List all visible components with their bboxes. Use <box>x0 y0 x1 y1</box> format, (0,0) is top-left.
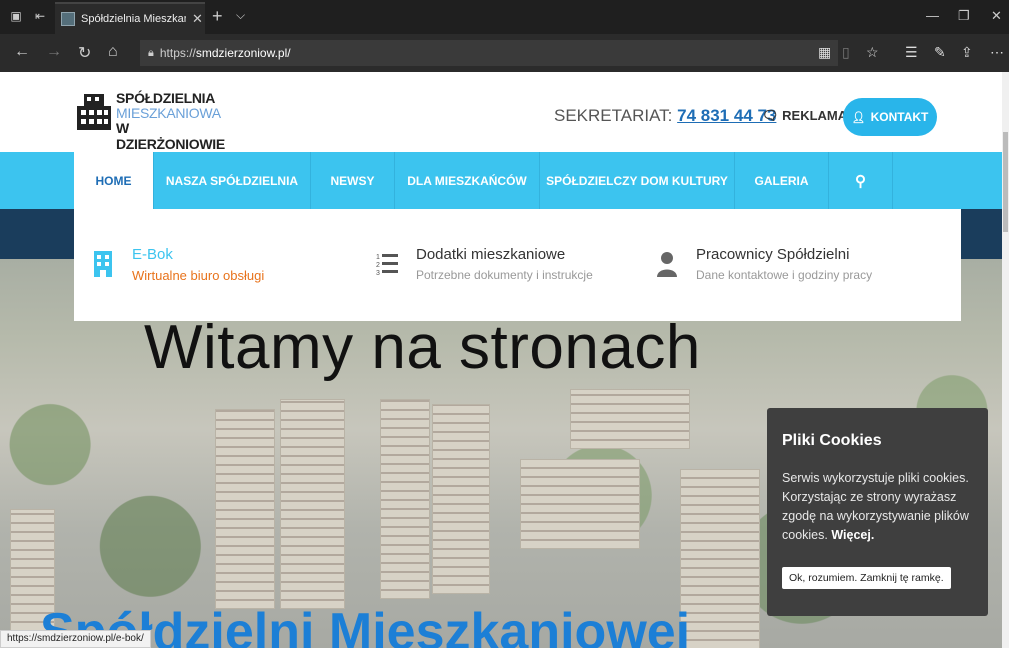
menu-label: HOME <box>95 173 132 188</box>
hero-building <box>432 404 490 594</box>
reading-mode-icon[interactable]: ▯ <box>842 44 850 61</box>
menu-item-galeria[interactable]: GALERIA <box>734 152 828 209</box>
reklama-label: REKLAMA <box>782 108 848 123</box>
url-protocol: https:// <box>159 46 196 60</box>
home-icon[interactable]: ⌂ <box>108 43 118 61</box>
tab-dropdown-icon[interactable]: ⌵ <box>236 8 245 23</box>
share-icon[interactable]: ⇪ <box>961 44 973 61</box>
quick-link-title: Pracownicy Spółdzielni <box>696 246 850 263</box>
main-menu: HOME NASZA SPÓŁDZIELNIA NEWSY DLA MIESZK… <box>0 152 1002 209</box>
kontakt-label: KONTAKT <box>870 110 929 124</box>
quick-link-subtitle: Dane kontaktowe i godziny pracy <box>696 268 873 282</box>
kontakt-button[interactable]: 👤︎ KONTAKT <box>843 98 937 136</box>
menu-label: NASZA SPÓŁDZIELNIA <box>165 173 299 188</box>
sekretariat-info: SEKRETARIAT: 74 831 44 73 <box>554 106 776 126</box>
refresh-icon[interactable]: ↻ <box>78 43 91 63</box>
hero-building <box>380 399 430 599</box>
menu-item-newsy[interactable]: NEWSY <box>310 152 394 209</box>
menu-label: DLA MIESZKAŃCÓW <box>407 173 527 188</box>
favicon-icon <box>61 12 75 26</box>
cookie-more-link[interactable]: Więcej. <box>831 528 874 542</box>
tab-close-icon[interactable]: ✕ <box>192 11 203 27</box>
navigation-bar: ← → ↻ ⌂ 🔒︎ https://smdzierzoniow.pl/ ▦ ▯… <box>0 34 1009 72</box>
svg-text:3: 3 <box>376 270 380 277</box>
menu-label: SPÓŁDZIELCZY DOM KULTURY <box>546 173 728 188</box>
tab-active[interactable]: Spółdzielnia Mieszkanic ✕ <box>55 2 205 34</box>
lock-icon: 🔒︎ <box>148 46 154 59</box>
set-aside-tabs-icon[interactable]: ⇤ <box>32 8 48 24</box>
hero-building <box>680 469 760 648</box>
menu-item-nasza-spoldzielnia[interactable]: NASZA SPÓŁDZIELNIA <box>153 152 310 209</box>
user-icon <box>657 252 677 277</box>
menu-label: NEWSY <box>330 173 375 188</box>
hero-building <box>570 389 690 449</box>
hero-building <box>215 409 275 609</box>
quick-link-title: Dodatki mieszkaniowe <box>416 246 566 263</box>
reading-view-icon[interactable]: ▦ <box>818 44 831 61</box>
site-header: SPÓŁDZIELNIA MIESZKANIOWA W DZIERŻONIOWI… <box>0 72 1002 152</box>
tab-title: Spółdzielnia Mieszkanic <box>81 13 186 25</box>
address-bar[interactable]: 🔒︎ https://smdzierzoniow.pl/ <box>140 40 838 66</box>
cookie-accept-button[interactable]: Ok, rozumiem. Zamknij tę ramkę. <box>782 567 951 589</box>
search-icon: ⚲ <box>855 172 866 190</box>
scrollbar-thumb[interactable] <box>1003 132 1008 232</box>
vertical-scrollbar[interactable] <box>1002 72 1009 648</box>
cookie-banner: Pliki Cookies Serwis wykorzystuje pliki … <box>767 408 988 616</box>
quick-link-subtitle: Potrzebne dokumenty i instrukcje <box>416 268 593 282</box>
building-logo-icon <box>77 94 111 130</box>
reklama-link[interactable]: 🗨︎ REKLAMA <box>762 108 847 124</box>
web-page: SPÓŁDZIELNIA MIESZKANIOWA W DZIERŻONIOWI… <box>0 72 1002 648</box>
user-icon: 👤︎ <box>851 111 866 124</box>
sekretariat-label: SEKRETARIAT: <box>554 106 673 125</box>
url-host: smdzierzoniow.pl/ <box>195 46 291 60</box>
hero-building <box>520 459 640 549</box>
more-icon[interactable]: ⋯ <box>990 44 1004 61</box>
numbered-list-icon: 1 2 3 <box>376 254 398 277</box>
building-icon <box>94 251 112 277</box>
menu-search-button[interactable]: ⚲ <box>828 152 892 209</box>
site-logo[interactable]: SPÓŁDZIELNIA MIESZKANIOWA W DZIERŻONIOWI… <box>76 88 236 152</box>
favorite-star-icon[interactable]: ☆ <box>866 44 879 61</box>
logo-line-1: SPÓŁDZIELNIA <box>116 90 216 106</box>
menu-item-home[interactable]: HOME <box>74 152 153 209</box>
tab-actions-icon[interactable]: ▣ <box>8 8 24 24</box>
forward-icon[interactable]: → <box>46 43 62 61</box>
quick-link-subtitle: Wirtualne biuro obsługi <box>132 268 265 283</box>
menu-item-dom-kultury[interactable]: SPÓŁDZIELCZY DOM KULTURY <box>539 152 734 209</box>
svg-text:2: 2 <box>376 262 380 269</box>
svg-text:1: 1 <box>376 254 380 261</box>
close-window-icon[interactable]: ✕ <box>991 8 1002 24</box>
logo-line-2: MIESZKANIOWA <box>116 105 221 121</box>
status-link-preview: https://smdzierzoniow.pl/e-bok/ <box>0 630 151 648</box>
menu-spacer <box>892 152 1002 209</box>
hero-building <box>280 399 345 609</box>
hero-headline: Witamy na stronach <box>144 313 701 382</box>
minimize-icon[interactable]: — <box>926 8 939 23</box>
cookie-body: Serwis wykorzystuje pliki cookies. Korzy… <box>782 469 978 545</box>
quick-links-dropdown: E-Bok Wirtualne biuro obsługi 1 2 3 Doda… <box>74 209 961 321</box>
menu-label: GALERIA <box>754 173 809 188</box>
favorites-hub-icon[interactable]: ☰ <box>905 44 918 61</box>
quick-link-title: E-Bok <box>132 246 173 263</box>
new-tab-icon[interactable]: + <box>212 6 223 27</box>
cookie-text: Serwis wykorzystuje pliki cookies. Korzy… <box>782 471 969 542</box>
restore-icon[interactable]: ❐ <box>958 8 970 24</box>
logo-line-3: W DZIERŻONIOWIE <box>116 120 225 152</box>
browser-window: ▣ ⇤ Spółdzielnia Mieszkanic ✕ + ⌵ — ❐ ✕ … <box>0 0 1009 648</box>
cookie-title: Pliki Cookies <box>782 432 882 449</box>
chat-bubble-icon: 🗨︎ <box>762 108 779 123</box>
back-icon[interactable]: ← <box>14 43 30 61</box>
menu-item-dla-mieszkancow[interactable]: DLA MIESZKAŃCÓW <box>394 152 539 209</box>
web-note-icon[interactable]: ✎ <box>934 44 946 61</box>
tab-bar: ▣ ⇤ Spółdzielnia Mieszkanic ✕ + ⌵ — ❐ ✕ <box>0 0 1009 34</box>
